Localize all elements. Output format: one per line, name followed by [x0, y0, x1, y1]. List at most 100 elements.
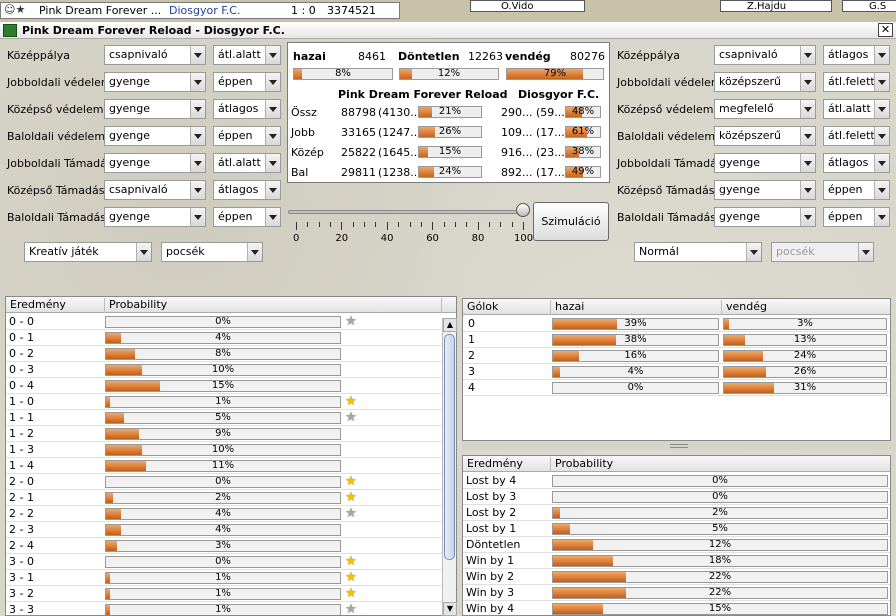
table-row[interactable]: Lost by 1 5%	[463, 521, 890, 537]
home-rating-select[interactable]: csapnivaló	[104, 180, 206, 200]
scrollbar-thumb[interactable]	[444, 334, 455, 560]
table-row[interactable]: 1 - 3 10%	[6, 442, 456, 458]
results-scrollbar[interactable]: ▲ ▼	[442, 318, 457, 616]
chevron-down-icon[interactable]	[265, 46, 280, 64]
grey-star-icon[interactable]: ★	[344, 411, 358, 425]
table-row[interactable]: 1 - 2 9%	[6, 426, 456, 442]
slider-knob[interactable]	[516, 203, 530, 217]
simulate-button[interactable]: Szimuláció	[533, 202, 609, 241]
table-row[interactable]: 2 - 1 2% ★	[6, 490, 456, 506]
table-row[interactable]: 0 - 0 0% ★	[6, 314, 456, 330]
background-player-box[interactable]: O.Vido	[470, 0, 585, 12]
table-row[interactable]: 0 - 4 15%	[6, 378, 456, 394]
table-row[interactable]: 0 39% 3%	[463, 316, 890, 332]
window-titlebar[interactable]: Pink Dream Forever Reload - Diosgyor F.C…	[0, 22, 896, 39]
home-rating-select[interactable]: gyenge	[104, 99, 206, 119]
home-tactic-level-select[interactable]: pocsék	[161, 242, 263, 262]
table-row[interactable]: 3 - 3 1% ★	[6, 602, 456, 615]
table-row[interactable]: 3 4% 26%	[463, 364, 890, 380]
home-rating-select[interactable]: gyenge	[104, 126, 206, 146]
chevron-down-icon[interactable]	[874, 46, 889, 64]
away-subrating-select[interactable]: átl.alatt	[823, 99, 890, 119]
chevron-down-icon[interactable]	[190, 46, 205, 64]
chevron-down-icon[interactable]	[746, 243, 761, 261]
table-row[interactable]: Lost by 4 0%	[463, 473, 890, 489]
table-row[interactable]: 1 - 4 11%	[6, 458, 456, 474]
gold-star-icon[interactable]: ★	[344, 491, 358, 505]
chevron-down-icon[interactable]	[190, 208, 205, 226]
away-subrating-select[interactable]: átl.felett	[823, 126, 890, 146]
home-subrating-select[interactable]: éppen	[213, 126, 281, 146]
chevron-down-icon[interactable]	[190, 154, 205, 172]
chevron-down-icon[interactable]	[190, 73, 205, 91]
table-row[interactable]: Lost by 3 0%	[463, 489, 890, 505]
chevron-down-icon[interactable]	[190, 100, 205, 118]
column-header-result[interactable]: Eredmény	[6, 298, 105, 313]
table-row[interactable]: Win by 3 22%	[463, 585, 890, 601]
home-tactic-select[interactable]: Kreatív játék	[24, 242, 152, 262]
away-subrating-select[interactable]: átl.felett	[823, 72, 890, 92]
home-subrating-select[interactable]: átlagos	[213, 180, 281, 200]
chevron-down-icon[interactable]	[136, 243, 151, 261]
table-row[interactable]: Win by 1 18%	[463, 553, 890, 569]
home-rating-select[interactable]: gyenge	[104, 207, 206, 227]
table-row[interactable]: 2 16% 24%	[463, 348, 890, 364]
slider-track[interactable]	[288, 210, 524, 214]
away-rating-select[interactable]: gyenge	[714, 180, 816, 200]
home-subrating-select[interactable]: átlagos	[213, 99, 281, 119]
chevron-down-icon[interactable]	[800, 208, 815, 226]
chevron-down-icon[interactable]	[800, 100, 815, 118]
gold-star-icon[interactable]: ★	[344, 395, 358, 409]
away-subrating-select[interactable]: átlagos	[823, 153, 890, 173]
chevron-down-icon[interactable]	[265, 154, 280, 172]
chevron-down-icon[interactable]	[874, 73, 889, 91]
table-row[interactable]: 0 - 1 4%	[6, 330, 456, 346]
column-header-probability[interactable]: Probability	[105, 298, 442, 313]
column-header-home[interactable]: hazai	[551, 300, 722, 315]
away-subrating-select[interactable]: átlagos	[823, 45, 890, 65]
home-subrating-select[interactable]: átl.alatt	[213, 153, 281, 173]
background-match-row[interactable]: ☺★ Pink Dream Forever ... Diosgyor F.C. …	[0, 2, 400, 19]
table-row[interactable]: 2 - 0 0% ★	[6, 474, 456, 490]
grey-star-icon[interactable]: ★	[344, 507, 358, 521]
chevron-down-icon[interactable]	[265, 100, 280, 118]
chevron-down-icon[interactable]	[265, 208, 280, 226]
table-row[interactable]: 1 38% 13%	[463, 332, 890, 348]
split-pane-divider[interactable]	[462, 441, 896, 450]
grey-star-icon[interactable]: ★	[344, 315, 358, 329]
home-rating-select[interactable]: csapnivaló	[104, 45, 206, 65]
chevron-down-icon[interactable]	[800, 127, 815, 145]
gold-star-icon[interactable]: ★	[344, 587, 358, 601]
grey-star-icon[interactable]: ★	[344, 603, 358, 615]
chevron-down-icon[interactable]	[800, 73, 815, 91]
away-rating-select[interactable]: megfelelő	[714, 99, 816, 119]
chevron-down-icon[interactable]	[874, 100, 889, 118]
chevron-down-icon[interactable]	[800, 181, 815, 199]
gold-star-icon[interactable]: ★	[344, 475, 358, 489]
scroll-up-icon[interactable]: ▲	[443, 318, 457, 332]
away-rating-select[interactable]: középszerű	[714, 126, 816, 146]
table-row[interactable]: Lost by 2 2%	[463, 505, 890, 521]
table-row[interactable]: 3 - 1 1% ★	[6, 570, 456, 586]
table-row[interactable]: 2 - 4 3%	[6, 538, 456, 554]
column-header-result[interactable]: Eredmény	[463, 457, 551, 472]
away-rating-select[interactable]: csapnivaló	[714, 45, 816, 65]
table-row[interactable]: 1 - 1 5% ★	[6, 410, 456, 426]
away-rating-select[interactable]: gyenge	[714, 153, 816, 173]
background-player-box[interactable]: G.S	[842, 0, 896, 12]
background-player-box[interactable]: Z.Hajdu	[720, 0, 832, 12]
chevron-down-icon[interactable]	[265, 127, 280, 145]
away-tactic-select[interactable]: Normál	[634, 242, 762, 262]
chevron-down-icon[interactable]	[190, 127, 205, 145]
column-header-probability[interactable]: Probability	[551, 457, 890, 472]
home-subrating-select[interactable]: éppen	[213, 72, 281, 92]
table-row[interactable]: Win by 4 15%	[463, 601, 890, 615]
table-row[interactable]: 2 - 2 4% ★	[6, 506, 456, 522]
chevron-down-icon[interactable]	[247, 243, 262, 261]
scroll-down-icon[interactable]: ▼	[443, 602, 457, 616]
away-subrating-select[interactable]: éppen	[823, 180, 890, 200]
chevron-down-icon[interactable]	[265, 73, 280, 91]
chevron-down-icon[interactable]	[874, 154, 889, 172]
home-rating-select[interactable]: gyenge	[104, 153, 206, 173]
chevron-down-icon[interactable]	[800, 154, 815, 172]
